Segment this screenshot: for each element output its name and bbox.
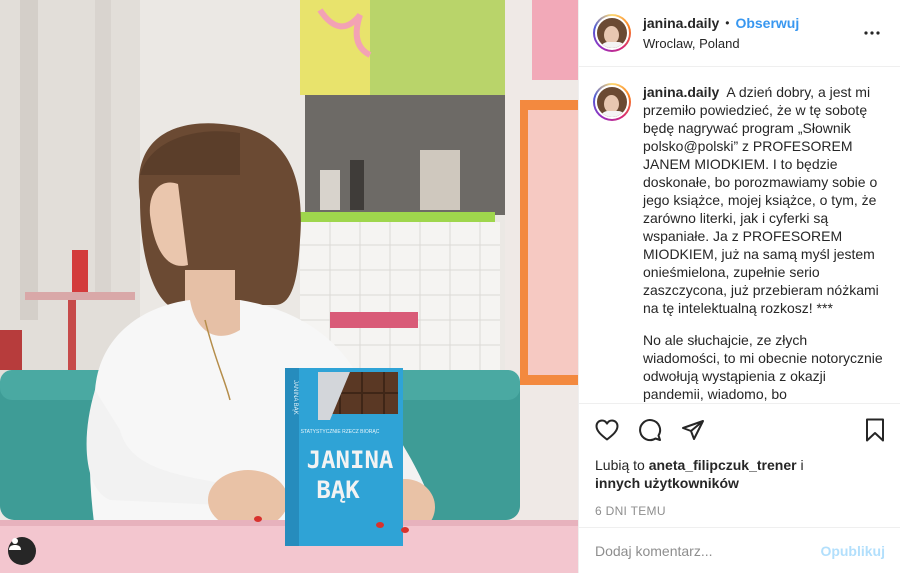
post-actions: Lubią to aneta_filipczuk_trener i innych…	[579, 403, 900, 518]
caption-text: janina.daily A dzień dobry, a jest mi pr…	[643, 83, 884, 402]
likes-prefix: Lubią to	[595, 457, 645, 473]
comment-box: Opublikuj	[579, 527, 900, 573]
caption-area: janina.daily A dzień dobry, a jest mi pr…	[579, 67, 900, 402]
caption-paragraph-1: janina.daily A dzień dobry, a jest mi pr…	[643, 83, 884, 317]
comment-button[interactable]	[638, 418, 662, 442]
avatar[interactable]	[593, 14, 631, 52]
share-icon	[682, 420, 704, 440]
book-title-line1: JANINA	[307, 446, 394, 474]
location-link[interactable]: Wroclaw, Poland	[643, 36, 860, 51]
book-spine-text: JANINA BĄK	[292, 380, 298, 415]
follow-button[interactable]: Obserwuj	[735, 15, 799, 31]
tagged-users-button[interactable]	[8, 537, 36, 565]
liker-username[interactable]: aneta_filipczuk_trener	[649, 457, 797, 473]
caption-paragraph-2: No ale słuchajcie, ze złych wiadomości, …	[643, 332, 883, 402]
caption-body-1: A dzień dobry, a jest mi przemiło powied…	[643, 84, 879, 316]
likes-suffix: i	[800, 457, 804, 473]
post-photo[interactable]: STATYSTYCZNIE RZECZ BIORĄC JANINA BĄK JA…	[0, 0, 578, 573]
caption-username[interactable]: janina.daily	[643, 84, 719, 100]
separator-dot: •	[725, 16, 730, 30]
more-options-button[interactable]	[860, 21, 884, 45]
avatar-image	[595, 16, 629, 50]
caption-avatar-image	[595, 85, 629, 119]
other-likers-link[interactable]: innych użytkowników	[595, 475, 739, 491]
author-username[interactable]: janina.daily	[643, 15, 719, 31]
comment-icon	[639, 419, 662, 442]
like-button[interactable]	[595, 418, 619, 442]
instagram-post: STATYSTYCZNIE RZECZ BIORĄC JANINA BĄK JA…	[0, 0, 900, 573]
caption-avatar-wrap	[593, 83, 631, 402]
caption-avatar[interactable]	[593, 83, 631, 121]
header-text: janina.daily • Obserwuj Wroclaw, Poland	[643, 15, 860, 51]
publish-button[interactable]: Opublikuj	[820, 543, 885, 559]
more-horizontal-icon	[864, 31, 880, 35]
bookmark-icon	[866, 418, 884, 442]
user-icon	[9, 538, 21, 550]
action-icons	[595, 404, 885, 456]
photo-illustration: STATYSTYCZNIE RZECZ BIORĄC JANINA BĄK JA…	[0, 0, 578, 573]
post-sidebar: janina.daily • Obserwuj Wroclaw, Poland	[578, 0, 900, 573]
book-series: STATYSTYCZNIE RZECZ BIORĄC	[301, 429, 380, 435]
save-button[interactable]	[863, 418, 887, 442]
share-button[interactable]	[681, 418, 705, 442]
header-top: janina.daily • Obserwuj	[643, 15, 860, 31]
post-timestamp[interactable]: 6 DNI TEMU	[595, 504, 885, 518]
book-title-line2: BĄK	[316, 476, 360, 504]
post-header: janina.daily • Obserwuj Wroclaw, Poland	[579, 0, 900, 67]
comment-input[interactable]	[595, 542, 821, 559]
likes-summary: Lubią to aneta_filipczuk_trener i innych…	[595, 456, 885, 492]
heart-icon	[595, 419, 619, 441]
